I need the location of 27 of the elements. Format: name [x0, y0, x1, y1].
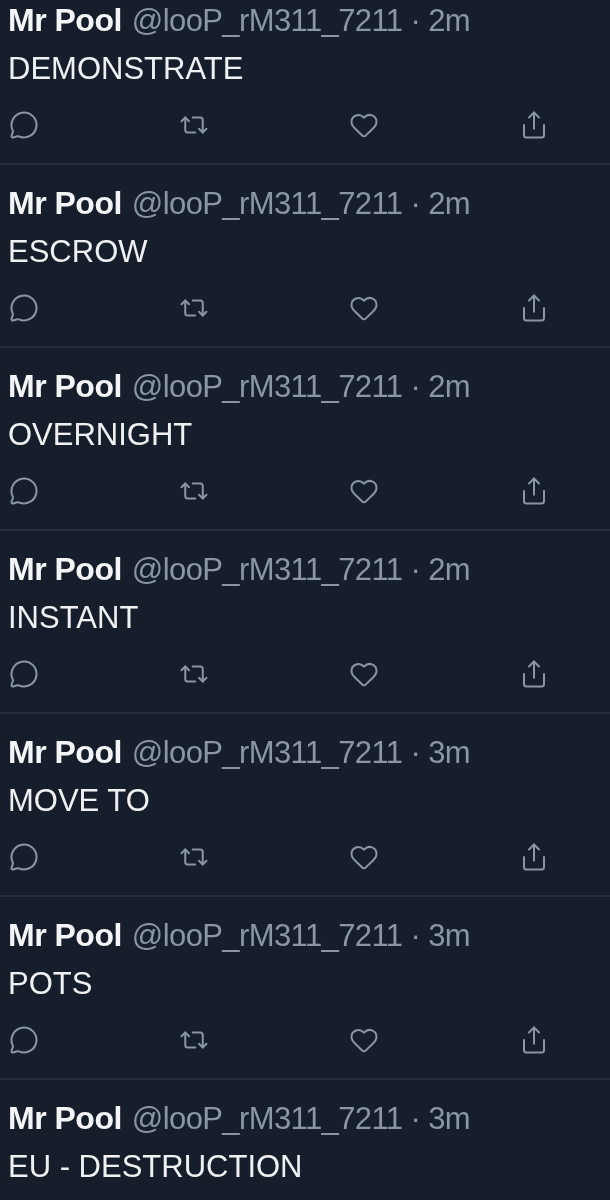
reply-icon[interactable]	[8, 475, 40, 507]
author-name: Mr Pool	[8, 185, 122, 221]
handle-and-time: @looP_rM311_7211 · 3m	[131, 918, 471, 954]
tweet-text: POTS	[8, 966, 94, 1002]
tweet-text: INSTANT	[8, 600, 140, 636]
reply-icon[interactable]	[8, 1024, 40, 1056]
tweet-text: EU - DESTRUCTION	[8, 1149, 304, 1185]
author-name: Mr Pool	[8, 917, 122, 953]
handle-and-time: @looP_rM311_7211 · 3m	[131, 735, 471, 771]
reply-icon[interactable]	[8, 292, 40, 324]
author-name: Mr Pool	[8, 368, 122, 404]
handle-and-time: @looP_rM311_7211 · 2m	[131, 186, 471, 222]
reply-icon[interactable]	[8, 841, 40, 873]
handle-and-time: @looP_rM311_7211 · 2m	[131, 552, 471, 588]
tweet-text: OVERNIGHT	[8, 417, 194, 453]
tweet-text: ESCROW	[8, 234, 149, 270]
reply-icon[interactable]	[8, 658, 40, 690]
tweet-text: DEMONSTRATE	[8, 51, 245, 87]
handle-and-time: @looP_rM311_7211 · 3m	[131, 1101, 471, 1137]
reply-icon[interactable]	[8, 109, 40, 141]
author-name: Mr Pool	[8, 1100, 122, 1136]
handle-and-time: @looP_rM311_7211 · 2m	[131, 369, 471, 405]
author-name: Mr Pool	[8, 734, 122, 770]
author-name: Mr Pool	[8, 2, 122, 38]
tweet-text: MOVE TO	[8, 783, 151, 819]
handle-and-time: @looP_rM311_7211 · 2m	[131, 3, 471, 39]
author-name: Mr Pool	[8, 551, 122, 587]
